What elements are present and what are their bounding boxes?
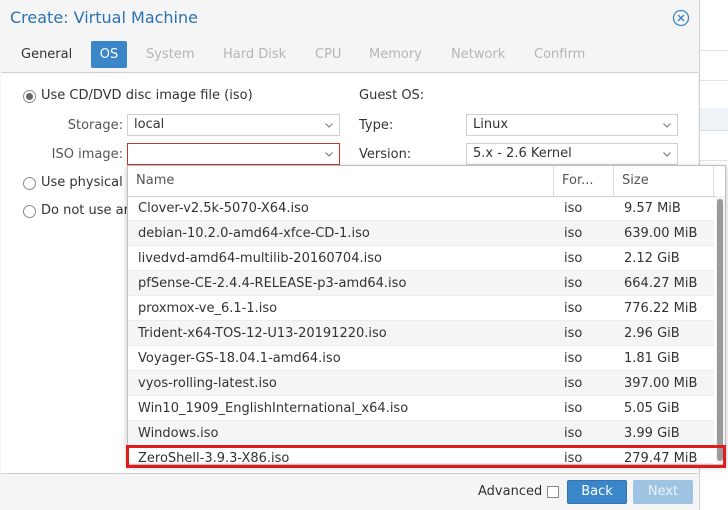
iso-name: Voyager-GS-18.04.1-amd64.iso: [138, 351, 341, 366]
version-label: Version:: [359, 147, 412, 162]
iso-name: Windows.iso: [138, 426, 219, 441]
iso-size: 664.27 MiB: [624, 276, 698, 291]
iso-row[interactable]: Clover-v2.5k-5070-X64.iso iso 9.57 MiB: [128, 196, 714, 221]
iso-format: iso: [564, 426, 583, 441]
iso-name: Trident-x64-TOS-12-U13-20191220.iso: [138, 326, 387, 341]
column-header-format[interactable]: For...: [554, 166, 614, 196]
iso-name: debian-10.2.0-amd64-xfce-CD-1.iso: [138, 226, 370, 241]
tab-memory[interactable]: Memory: [361, 41, 430, 68]
option-use-physical-label: Use physical: [41, 175, 123, 190]
radio-no-media[interactable]: [23, 205, 36, 218]
iso-format: iso: [564, 326, 583, 341]
type-label: Type:: [359, 118, 394, 133]
chevron-down-icon: [325, 123, 333, 128]
iso-format: iso: [564, 276, 583, 291]
scrollbar-thumb[interactable]: [717, 199, 723, 461]
option-no-media-label: Do not use ar: [41, 203, 129, 218]
iso-row[interactable]: ZeroShell-3.9.3-X86.iso iso 279.47 MiB: [128, 446, 714, 464]
iso-image-select[interactable]: [127, 143, 340, 165]
iso-size: 776.22 MiB: [624, 301, 698, 316]
tab-confirm[interactable]: Confirm: [526, 41, 593, 68]
radio-use-iso[interactable]: [23, 90, 36, 103]
iso-format: iso: [564, 301, 583, 316]
iso-row[interactable]: pfSense-CE-2.4.4-RELEASE-p3-amd64.iso is…: [128, 271, 714, 296]
column-header-size[interactable]: Size: [614, 166, 714, 196]
grid-line: [700, 80, 728, 81]
iso-picker-dropdown: Name For... Size Clover-v2.5k-5070-X64.i…: [127, 165, 726, 465]
iso-format: iso: [564, 351, 583, 366]
iso-row[interactable]: debian-10.2.0-amd64-xfce-CD-1.iso iso 63…: [128, 221, 714, 246]
iso-row[interactable]: Windows.iso iso 3.99 GiB: [128, 421, 714, 446]
wizard-tabs: General OS System Hard Disk CPU Memory N…: [0, 41, 700, 68]
iso-row[interactable]: proxmox-ve_6.1-1.iso iso 776.22 MiB: [128, 296, 714, 321]
iso-name: vyos-rolling-latest.iso: [138, 376, 277, 391]
dropdown-scrollbar[interactable]: [716, 196, 725, 464]
tab-os[interactable]: OS: [91, 41, 127, 68]
iso-image-label: ISO image:: [51, 147, 123, 162]
iso-name: Clover-v2.5k-5070-X64.iso: [138, 201, 309, 216]
iso-name: proxmox-ve_6.1-1.iso: [138, 301, 278, 316]
chevron-down-icon: [663, 123, 671, 128]
os-version-value: 5.x - 2.6 Kernel: [473, 146, 572, 161]
iso-row[interactable]: Voyager-GS-18.04.1-amd64.iso iso 1.81 Gi…: [128, 346, 714, 371]
iso-size: 639.00 MiB: [624, 226, 698, 241]
iso-size: 3.99 GiB: [624, 426, 680, 441]
chevron-down-icon: [325, 152, 333, 157]
storage-select[interactable]: local: [127, 114, 340, 136]
os-version-select[interactable]: 5.x - 2.6 Kernel: [466, 143, 678, 165]
dialog-footer: Advanced Back Next: [0, 474, 700, 510]
iso-size: 397.00 MiB: [624, 376, 698, 391]
iso-size: 279.47 MiB: [624, 451, 698, 464]
iso-size: 5.05 GiB: [624, 401, 680, 416]
dialog-title: Create: Virtual Machine: [10, 8, 198, 27]
tab-network[interactable]: Network: [443, 41, 513, 68]
os-type-select[interactable]: Linux: [466, 114, 678, 136]
os-type-value: Linux: [473, 117, 509, 132]
iso-format: iso: [564, 401, 583, 416]
option-use-iso-label: Use CD/DVD disc image file (iso): [41, 88, 253, 103]
tab-general[interactable]: General: [13, 41, 80, 68]
iso-size: 1.81 GiB: [624, 351, 680, 366]
iso-row[interactable]: livedvd-amd64-multilib-20160704.iso iso …: [128, 246, 714, 271]
iso-format: iso: [564, 226, 583, 241]
iso-size: 2.96 GiB: [624, 326, 680, 341]
iso-name: livedvd-amd64-multilib-20160704.iso: [138, 251, 382, 266]
iso-format: iso: [564, 376, 583, 391]
tab-cpu[interactable]: CPU: [307, 41, 349, 68]
grid-line: [700, 160, 728, 161]
close-circle-icon[interactable]: [672, 9, 690, 27]
advanced-label: Advanced: [478, 484, 543, 499]
iso-format: iso: [564, 201, 583, 216]
tab-system[interactable]: System: [138, 41, 202, 68]
storage-label: Storage:: [67, 118, 123, 133]
iso-format: iso: [564, 251, 583, 266]
iso-table-header: Name For... Size: [128, 166, 725, 197]
chevron-down-icon: [663, 152, 671, 157]
grid-line: [700, 50, 728, 51]
grid-selected-row: [700, 108, 728, 131]
column-header-name[interactable]: Name: [128, 166, 554, 196]
iso-name: ZeroShell-3.9.3-X86.iso: [138, 451, 290, 464]
iso-row[interactable]: Win10_1909_EnglishInternational_x64.iso …: [128, 396, 714, 421]
storage-value: local: [134, 117, 165, 132]
iso-name: Win10_1909_EnglishInternational_x64.iso: [138, 401, 409, 416]
iso-size: 9.57 MiB: [624, 201, 681, 216]
guest-os-heading: Guest OS:: [359, 88, 425, 103]
iso-format: iso: [564, 451, 583, 464]
tab-hard-disk[interactable]: Hard Disk: [215, 41, 294, 68]
advanced-checkbox[interactable]: [547, 486, 559, 498]
back-button[interactable]: Back: [567, 480, 627, 504]
radio-use-physical[interactable]: [23, 177, 36, 190]
iso-size: 2.12 GiB: [624, 251, 680, 266]
iso-row[interactable]: Trident-x64-TOS-12-U13-20191220.iso iso …: [128, 321, 714, 346]
next-button[interactable]: Next: [633, 480, 693, 504]
iso-row[interactable]: vyos-rolling-latest.iso iso 397.00 MiB: [128, 371, 714, 396]
iso-name: pfSense-CE-2.4.4-RELEASE-p3-amd64.iso: [138, 276, 407, 291]
